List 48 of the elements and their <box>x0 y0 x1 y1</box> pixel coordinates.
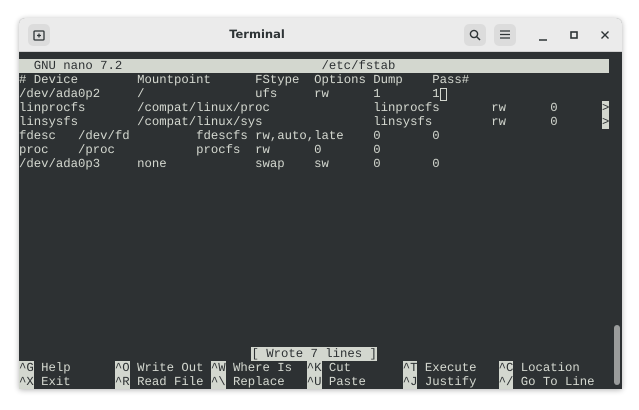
shortcut-key: ^O <box>114 361 130 375</box>
shortcut-label: Go To Line <box>520 375 595 389</box>
shortcut-key: ^J <box>402 375 418 389</box>
shortcut-label: Exit <box>41 375 71 389</box>
file-name: /etc/fstab <box>322 59 396 73</box>
shortcut-label: Read File <box>137 375 204 389</box>
file-line: proc /proc procfs rw 0 0 <box>19 143 381 157</box>
overflow-marker: > <box>602 115 610 129</box>
editor-version: GNU nano 7.2 <box>34 59 122 73</box>
file-line: # Device Mountpoint FStype Options Dump Pass# <box>19 73 470 87</box>
file-line: linsysfs /compat/linux/sys linsysfs rw 0 <box>19 115 558 129</box>
close-icon <box>601 30 609 38</box>
shortcut-label: Help <box>41 361 71 375</box>
file-line: /dev/ada0p2 / ufs rw 1 1 <box>19 87 440 101</box>
shortcut-key: ^/ <box>498 375 514 389</box>
shortcut-key: ^R <box>114 375 130 389</box>
shortcut-label: Justify <box>424 375 476 389</box>
shortcut-label: Where Is <box>233 361 292 375</box>
shortcut-key: ^\ <box>210 375 226 389</box>
shortcut-label: Location <box>520 361 580 375</box>
maximize-icon <box>570 30 578 38</box>
shortcut-label: Replace <box>233 375 285 389</box>
search-icon <box>469 28 481 40</box>
minimize-icon <box>539 38 547 40</box>
shortcut-label: Paste <box>328 375 366 389</box>
shortcut-label: Cut <box>328 361 352 375</box>
file-line: linprocfs /compat/linux/proc linprocfs rw 0 <box>19 101 558 115</box>
shortcut-key: ^T <box>402 361 418 375</box>
file-line: /dev/ada0p3 none swap sw 0 0 <box>19 157 440 171</box>
new-tab-button[interactable] <box>28 24 50 46</box>
scrollbar[interactable] <box>611 52 622 389</box>
shortcut-key: ^U <box>306 375 322 389</box>
menu-icon <box>500 30 510 39</box>
new-tab-icon <box>33 28 45 40</box>
menu-button[interactable] <box>494 24 516 46</box>
file-line: fdesc /dev/fd fdescfs rw,auto,late 0 0 <box>19 129 440 143</box>
search-button[interactable] <box>464 24 486 46</box>
scrollbar-thumb[interactable] <box>614 325 620 385</box>
status-message: [ Wrote 7 lines ] <box>251 347 377 361</box>
shortcut-key: ^C <box>498 361 514 375</box>
shortcut-label: Execute <box>424 361 476 375</box>
overflow-marker: > <box>602 101 610 115</box>
shortcut-label: Write Out <box>137 361 204 375</box>
shortcut-key: ^K <box>306 361 322 375</box>
shortcut-key: ^X <box>19 375 34 389</box>
window-title: Terminal <box>228 26 286 43</box>
shortcut-key: ^W <box>210 361 226 375</box>
shortcut-key: ^G <box>19 361 34 375</box>
